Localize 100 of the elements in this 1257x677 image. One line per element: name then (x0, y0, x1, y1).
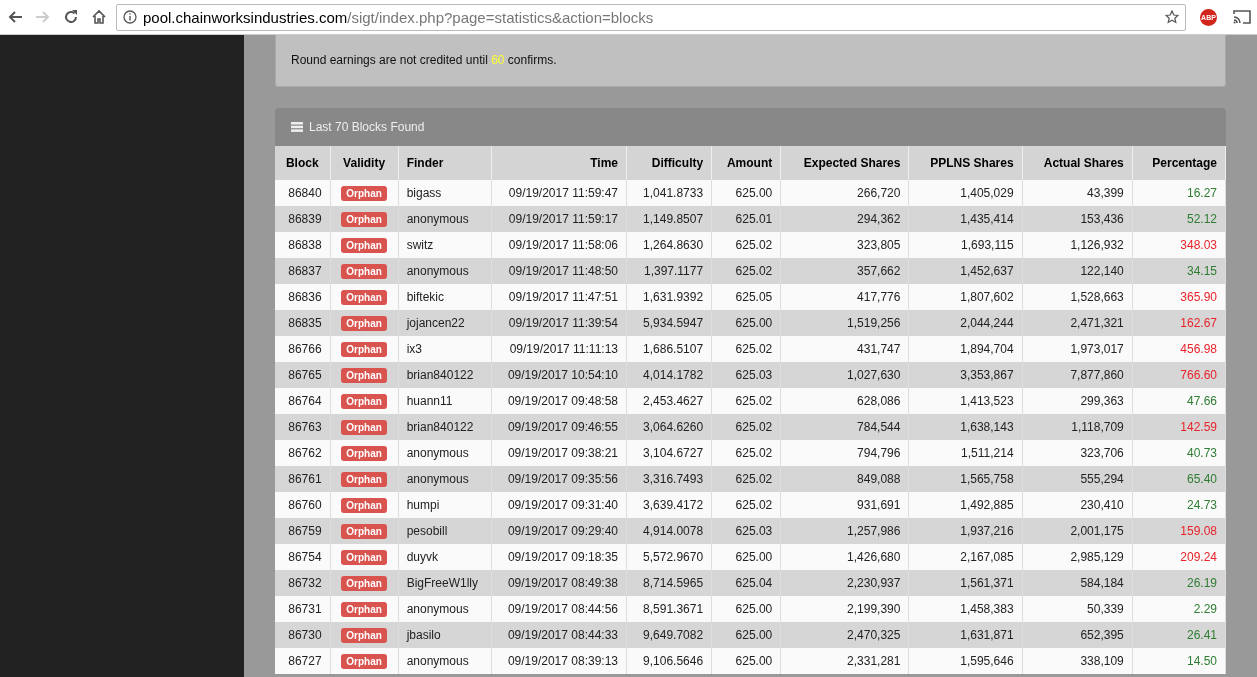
table-cell: 47.66 (1132, 388, 1226, 414)
table-cell: 2,331,281 (780, 648, 909, 674)
table-cell: ix3 (398, 336, 492, 362)
table-cell: anonymous (398, 440, 492, 466)
column-header[interactable]: Time (491, 146, 627, 180)
table-cell: 1,565,758 (908, 466, 1023, 492)
table-cell: 2,471,321 (1022, 310, 1133, 336)
table-cell: 26.41 (1132, 622, 1226, 648)
table-cell: bigass (398, 180, 492, 206)
table-cell: 2,985,129 (1022, 544, 1133, 570)
column-header[interactable]: Block (275, 146, 331, 180)
table-cell: 3,316.7493 (626, 466, 712, 492)
table-cell: 86759 (275, 518, 331, 544)
table-cell: 86727 (275, 648, 331, 674)
table-cell: humpi (398, 492, 492, 518)
info-icon[interactable] (123, 10, 137, 24)
table-cell: 86763 (275, 414, 331, 440)
table-cell: 86754 (275, 544, 331, 570)
table-cell: 09/19/2017 08:44:56 (491, 596, 627, 622)
notice-text: Round earnings are not credited until 60 confirms. (291, 53, 557, 67)
table-cell: anonymous (398, 596, 492, 622)
table-cell: 794,796 (780, 440, 909, 466)
table-cell: 625.00 (711, 648, 781, 674)
table-cell: 86764 (275, 388, 331, 414)
status-badge: Orphan (341, 627, 387, 643)
table-cell: 9,106.5646 (626, 648, 712, 674)
table-cell: 1,686.5107 (626, 336, 712, 362)
status-badge: Orphan (341, 263, 387, 279)
status-badge: Orphan (341, 211, 387, 227)
table-cell: 1,528,663 (1022, 284, 1133, 310)
table-cell: 142.59 (1132, 414, 1226, 440)
column-header[interactable]: Validity (330, 146, 399, 180)
column-header[interactable]: Difficulty (626, 146, 712, 180)
status-badge: Orphan (341, 653, 387, 669)
url-text: pool.chainworksindustries.com/sigt/index.php?page=statistics&action=blocks (143, 8, 655, 26)
column-header[interactable]: Percentage (1132, 146, 1226, 180)
table-cell: 456.98 (1132, 336, 1226, 362)
table-cell: 09/19/2017 10:54:10 (491, 362, 627, 388)
table-cell: 162.67 (1132, 310, 1226, 336)
table-cell: 323,805 (780, 232, 909, 258)
table-cell: 1,405,029 (908, 180, 1023, 206)
table-cell: 14.50 (1132, 648, 1226, 674)
back-icon[interactable] (7, 9, 23, 25)
table-cell: 86761 (275, 466, 331, 492)
address-bar[interactable]: pool.chainworksindustries.com/sigt/index.php?page=statistics&action=blocks (116, 3, 1186, 31)
table-cell: 2,230,937 (780, 570, 909, 596)
table-cell: 1,426,680 (780, 544, 909, 570)
status-badge: Orphan (341, 601, 387, 617)
table-cell: 4,914.0078 (626, 518, 712, 544)
table-cell: 299,363 (1022, 388, 1133, 414)
table-cell: 1,413,523 (908, 388, 1023, 414)
table-cell: 2,199,390 (780, 596, 909, 622)
table-cell: 625.02 (711, 492, 781, 518)
table-cell: 159.08 (1132, 518, 1226, 544)
table-cell: 1,118,709 (1022, 414, 1133, 440)
table-cell: 625.03 (711, 362, 781, 388)
table-cell: 1,126,932 (1022, 232, 1133, 258)
table-cell: 652,395 (1022, 622, 1133, 648)
table-cell: 2,453.4627 (626, 388, 712, 414)
home-icon[interactable] (91, 9, 107, 25)
table-cell: pesobill (398, 518, 492, 544)
table-cell: biftekic (398, 284, 492, 310)
reload-icon[interactable] (63, 9, 79, 25)
table-cell: 9,649.7082 (626, 622, 712, 648)
table-cell: 1,519,256 (780, 310, 909, 336)
column-header[interactable]: PPLNS Shares (908, 146, 1023, 180)
table-cell: 1,631.9392 (626, 284, 712, 310)
table-cell: 8,714.5965 (626, 570, 712, 596)
table-cell: 625.02 (711, 440, 781, 466)
table-cell: 09/19/2017 11:48:50 (491, 258, 627, 284)
table-cell: 625.02 (711, 414, 781, 440)
table-cell: 625.05 (711, 284, 781, 310)
table-cell: 1,973,017 (1022, 336, 1133, 362)
table-cell: 1,257,986 (780, 518, 909, 544)
table-cell: anonymous (398, 466, 492, 492)
table-cell: 555,294 (1022, 466, 1133, 492)
table-cell: 1,561,371 (908, 570, 1023, 596)
table-cell: 86840 (275, 180, 331, 206)
star-icon[interactable] (1165, 10, 1179, 24)
column-header[interactable]: Expected Shares (780, 146, 909, 180)
table-cell: switz (398, 232, 492, 258)
table-cell: 09/19/2017 09:18:35 (491, 544, 627, 570)
table-cell: 86765 (275, 362, 331, 388)
table-cell: 86766 (275, 336, 331, 362)
status-badge: Orphan (341, 549, 387, 565)
table-cell: 2.29 (1132, 596, 1226, 622)
table-cell: 1,894,704 (908, 336, 1023, 362)
cast-icon[interactable] (1233, 10, 1251, 24)
table-cell: 2,044,244 (908, 310, 1023, 336)
status-badge: Orphan (341, 341, 387, 357)
table-cell: 65.40 (1132, 466, 1226, 492)
table-cell: 266,720 (780, 180, 909, 206)
column-header[interactable]: Amount (711, 146, 781, 180)
table-cell: 09/19/2017 09:38:21 (491, 440, 627, 466)
column-header[interactable]: Finder (398, 146, 492, 180)
column-header[interactable]: Actual Shares (1022, 146, 1133, 180)
table-cell: 1,452,637 (908, 258, 1023, 284)
table-cell: 1,693,115 (908, 232, 1023, 258)
table-cell: 625.02 (711, 232, 781, 258)
table-cell: 1,458,383 (908, 596, 1023, 622)
